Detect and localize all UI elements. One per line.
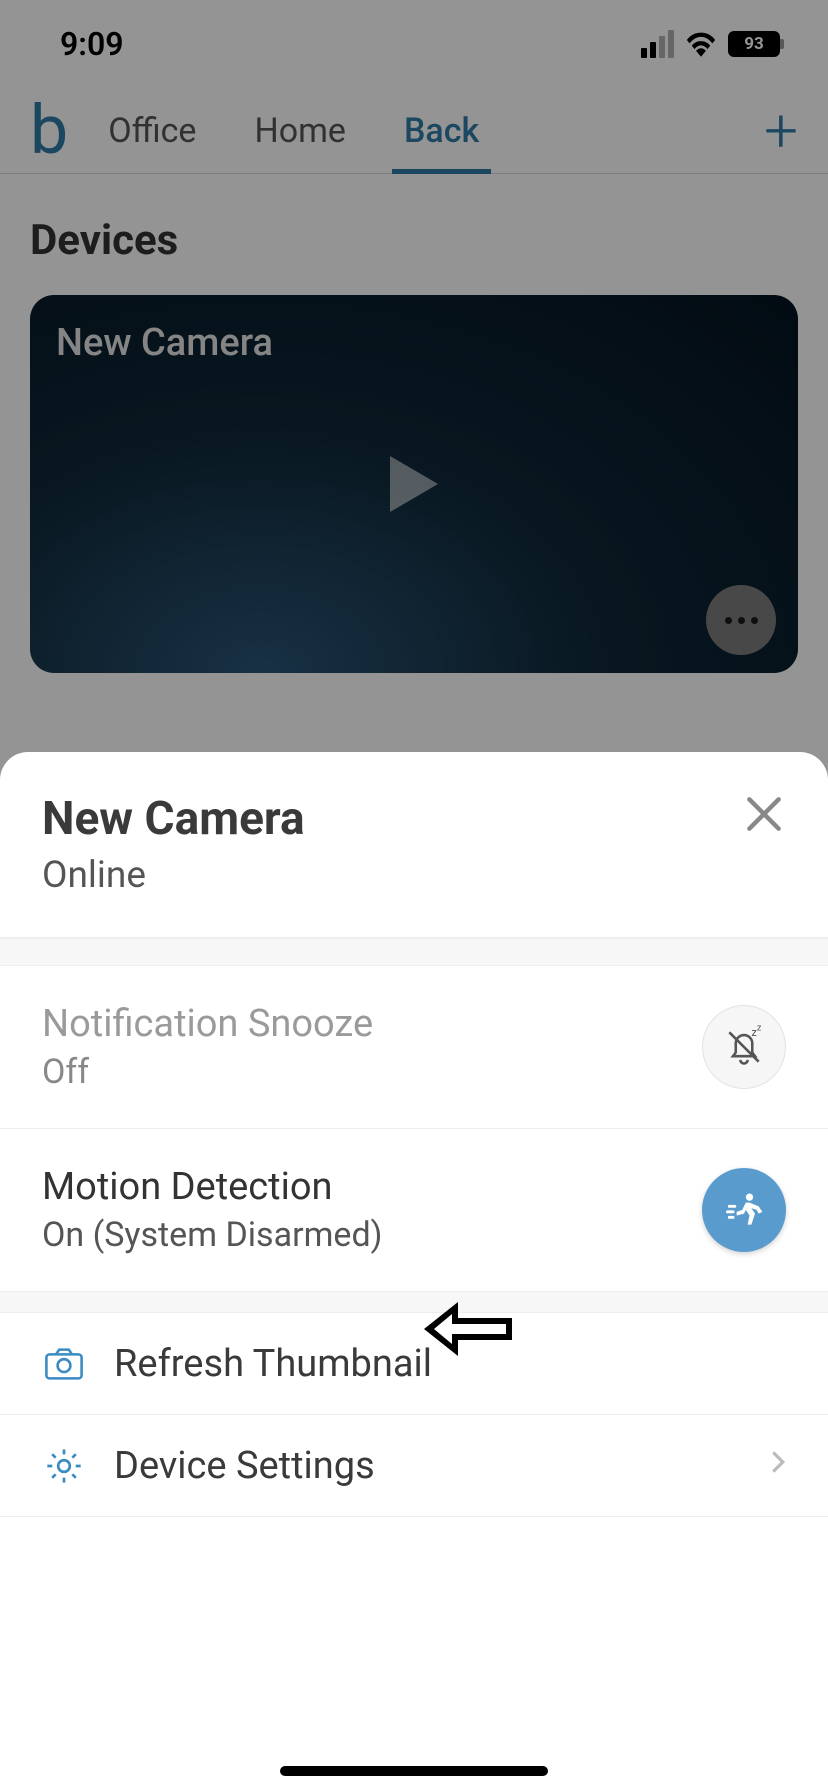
row-device-settings[interactable]: Device Settings xyxy=(0,1415,828,1517)
row-refresh-thumbnail[interactable]: Refresh Thumbnail xyxy=(0,1313,828,1415)
svg-text:z: z xyxy=(757,1025,762,1034)
annotation-arrow-icon xyxy=(424,1300,512,1358)
sheet-status: Online xyxy=(42,854,305,897)
device-settings-label: Device Settings xyxy=(114,1444,742,1488)
bell-slash-icon: zz xyxy=(722,1025,766,1069)
camera-icon xyxy=(42,1348,86,1380)
close-icon[interactable] xyxy=(742,792,786,836)
sheet-header: New Camera Online xyxy=(0,752,828,938)
motion-button[interactable] xyxy=(702,1168,786,1252)
gear-icon xyxy=(42,1446,86,1486)
motion-value: On (System Disarmed) xyxy=(42,1215,382,1255)
home-indicator[interactable] xyxy=(280,1766,548,1776)
sheet-title: New Camera xyxy=(42,792,305,846)
snooze-value: Off xyxy=(42,1052,373,1092)
motion-title: Motion Detection xyxy=(42,1165,382,1209)
row-motion-detection[interactable]: Motion Detection On (System Disarmed) xyxy=(0,1128,828,1291)
sheet-divider-2 xyxy=(0,1291,828,1313)
chevron-right-icon xyxy=(770,1449,786,1482)
running-person-icon xyxy=(722,1188,766,1232)
snooze-title: Notification Snooze xyxy=(42,1002,373,1046)
row-notification-snooze[interactable]: Notification Snooze Off zz xyxy=(0,966,828,1128)
snooze-button[interactable]: zz xyxy=(702,1005,786,1089)
sheet-divider xyxy=(0,938,828,966)
camera-sheet: New Camera Online Notification Snooze Of… xyxy=(0,752,828,1792)
